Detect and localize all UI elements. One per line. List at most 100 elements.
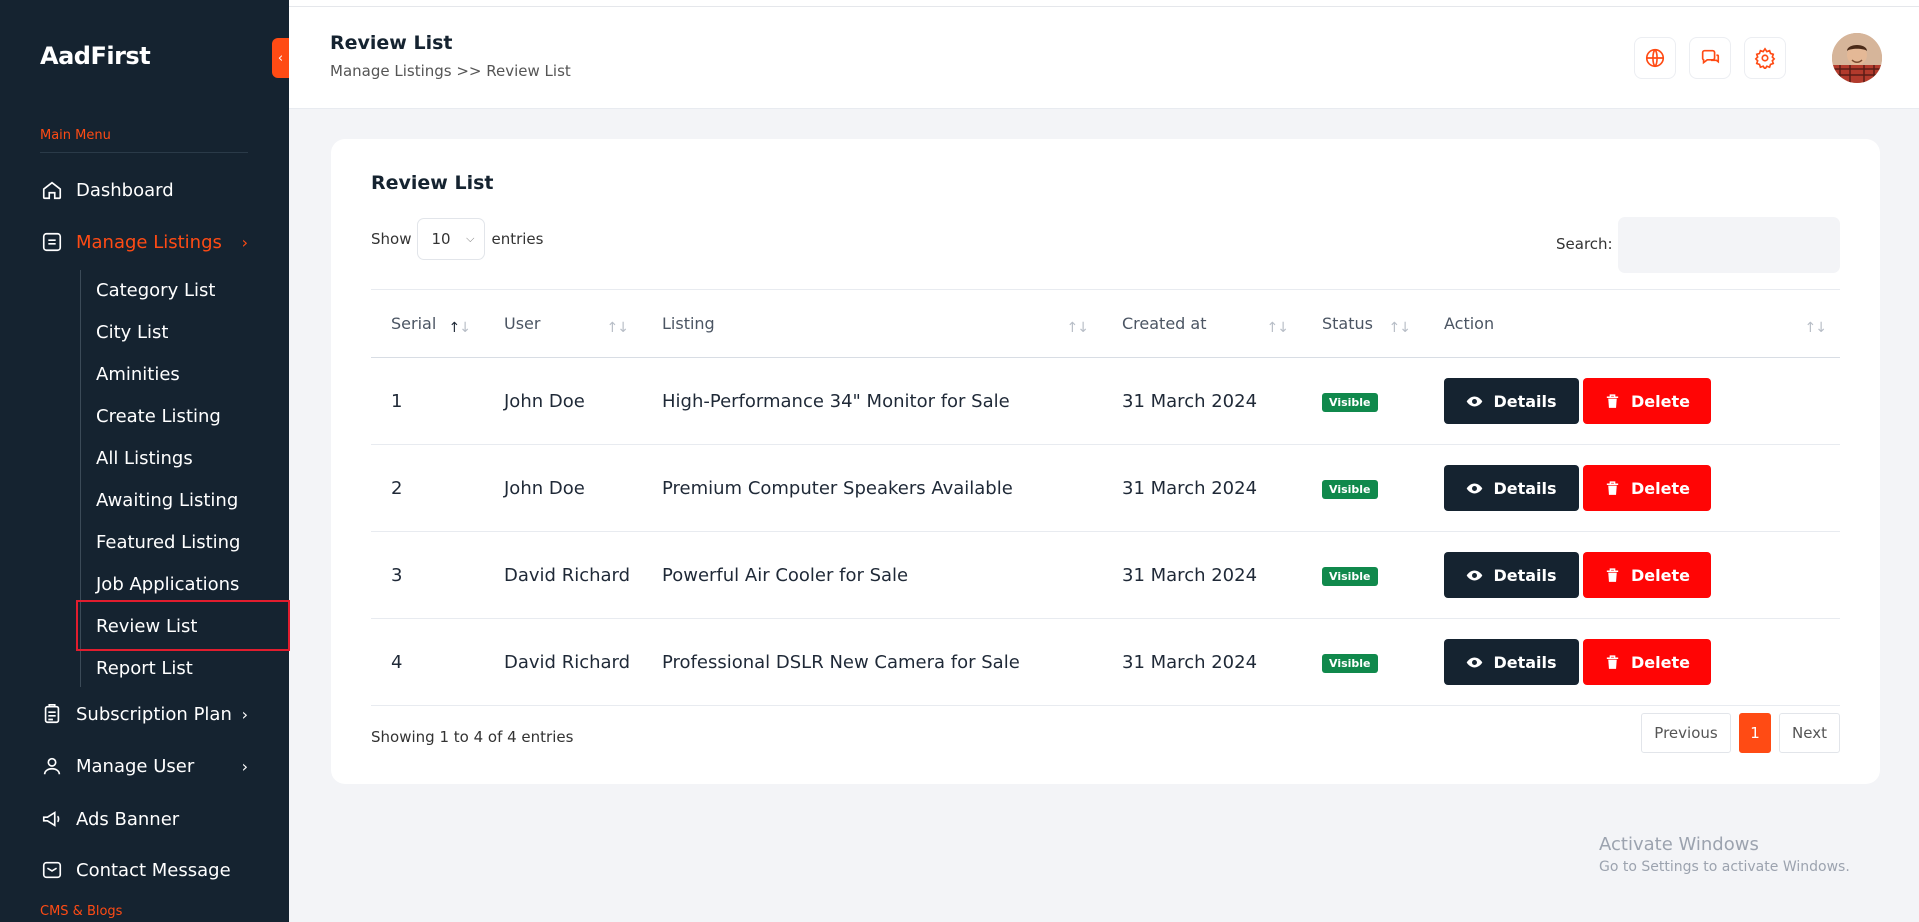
table-header-row: Serial ↑↓ User ↑↓ Listing ↑↓ Created at …	[371, 289, 1840, 358]
delete-button[interactable]: Delete	[1583, 639, 1711, 685]
delete-label: Delete	[1631, 565, 1690, 585]
menu-section-title: CMS & Blogs	[40, 904, 123, 919]
sidebar-item-label: Contact Message	[76, 859, 231, 881]
submenu-item-city-list[interactable]: City List	[96, 317, 168, 347]
status-badge: Visible	[1322, 393, 1378, 412]
cell-created: 31 March 2024	[1122, 477, 1258, 499]
next-button[interactable]: Next	[1779, 713, 1840, 753]
settings-icon[interactable]	[1744, 37, 1786, 79]
eye-icon	[1467, 396, 1483, 406]
cell-serial: 2	[391, 477, 403, 499]
column-header-action[interactable]: Action ↑↓	[1424, 290, 1840, 358]
column-header-listing[interactable]: Listing ↑↓	[642, 290, 1102, 358]
cell-listing: Premium Computer Speakers Available	[662, 477, 1013, 499]
cell-status: Visible	[1302, 532, 1424, 619]
sidebar-item-contact-message[interactable]: Contact Message	[40, 855, 260, 885]
sidebar-item-label: Ads Banner	[76, 808, 180, 830]
sort-icon: ↑↓	[448, 320, 471, 336]
sidebar-item-dashboard[interactable]: Dashboard	[40, 175, 260, 205]
sidebar-item-label: Manage User	[76, 755, 195, 777]
sort-icon: ↑↓	[1804, 320, 1827, 336]
cell-serial: 1	[391, 390, 403, 412]
submenu-item-category-list[interactable]: Category List	[96, 275, 215, 305]
show-label: Show	[371, 230, 412, 248]
submenu-item-create-listing[interactable]: Create Listing	[96, 401, 221, 431]
column-label: Listing	[662, 314, 715, 333]
delete-button[interactable]: Delete	[1583, 378, 1711, 424]
submenu-item-aminities[interactable]: Aminities	[96, 359, 180, 389]
cell-user: David Richard	[504, 651, 631, 673]
avatar[interactable]	[1832, 33, 1882, 83]
table-row: 4 David Richard Professional DSLR New Ca…	[371, 619, 1840, 706]
details-button[interactable]: Details	[1444, 552, 1579, 598]
details-label: Details	[1493, 478, 1557, 498]
sidebar-item-manage-listings[interactable]: Manage Listings ›	[40, 227, 260, 257]
delete-label: Delete	[1631, 478, 1690, 498]
sidebar: AadFirst ‹ Main Menu Dashboard Manage Li…	[0, 0, 290, 922]
search-input[interactable]	[1618, 217, 1840, 273]
column-header-status[interactable]: Status ↑↓	[1302, 290, 1424, 358]
cell-user: John Doe	[504, 390, 585, 412]
column-label: User	[504, 314, 541, 333]
column-header-created-at[interactable]: Created at ↑↓	[1102, 290, 1302, 358]
submenu-item-featured-listing[interactable]: Featured Listing	[96, 527, 240, 557]
page-length-select[interactable]: 10 ⌵	[417, 218, 486, 260]
brand-logo[interactable]: AadFirst	[40, 42, 151, 70]
delete-label: Delete	[1631, 391, 1690, 411]
delete-button[interactable]: Delete	[1583, 552, 1711, 598]
menu-divider	[40, 152, 248, 153]
details-button[interactable]: Details	[1444, 639, 1579, 685]
cell-listing: Professional DSLR New Camera for Sale	[662, 651, 1020, 673]
column-header-user[interactable]: User ↑↓	[484, 290, 642, 358]
submenu-item-all-listings[interactable]: All Listings	[96, 443, 193, 473]
column-label: Created at	[1122, 314, 1207, 333]
cell-serial: 4	[391, 651, 403, 673]
chevron-right-icon: ›	[241, 232, 248, 252]
header: Review List Manage Listings >> Review Li…	[289, 7, 1919, 109]
globe-icon[interactable]	[1634, 37, 1676, 79]
sidebar-item-subscription-plan[interactable]: Subscription Plan ›	[40, 699, 260, 729]
sort-icon: ↑↓	[1388, 320, 1411, 336]
sort-icon: ↑↓	[1266, 320, 1289, 336]
cell-listing: High-Performance 34" Monitor for Sale	[662, 390, 1010, 412]
sidebar-item-manage-user[interactable]: Manage User ›	[40, 751, 260, 781]
submenu-item-review-list[interactable]: Review List	[96, 611, 197, 641]
details-label: Details	[1493, 565, 1557, 585]
column-header-serial[interactable]: Serial ↑↓	[371, 290, 484, 358]
submenu-item-awaiting-listing[interactable]: Awaiting Listing	[96, 485, 238, 515]
pagination: Previous 1 Next	[1641, 713, 1840, 753]
activation-watermark: Activate Windows Go to Settings to activ…	[1599, 834, 1850, 875]
sidebar-item-label: Dashboard	[76, 179, 174, 201]
entries-label: entries	[491, 230, 544, 248]
sidebar-item-ads-banner[interactable]: Ads Banner	[40, 804, 260, 834]
trash-icon	[1606, 654, 1619, 669]
submenu-item-report-list[interactable]: Report List	[96, 653, 193, 683]
details-button[interactable]: Details	[1444, 465, 1579, 511]
review-list-card: Review List Show 10 ⌵ entries Search: Se…	[331, 139, 1880, 784]
review-table: Serial ↑↓ User ↑↓ Listing ↑↓ Created at …	[371, 289, 1840, 706]
cell-status: Visible	[1302, 619, 1424, 706]
cell-status: Visible	[1302, 445, 1424, 532]
sidebar-item-label: Subscription Plan	[76, 703, 232, 725]
page-button-current[interactable]: 1	[1739, 713, 1771, 753]
cell-user: David Richard	[504, 564, 631, 586]
trash-icon	[1606, 393, 1619, 408]
clipboard-icon	[40, 702, 64, 726]
page-length-control: Show 10 ⌵ entries	[371, 218, 543, 260]
cell-serial: 3	[391, 564, 403, 586]
delete-button[interactable]: Delete	[1583, 465, 1711, 511]
status-badge: Visible	[1322, 567, 1378, 586]
cell-actions: Details Delete	[1424, 358, 1840, 445]
list-icon	[40, 230, 64, 254]
chevron-right-icon: ›	[241, 704, 248, 724]
menu-section-title: Main Menu	[40, 128, 111, 143]
details-button[interactable]: Details	[1444, 378, 1579, 424]
chat-icon[interactable]	[1689, 37, 1731, 79]
cell-created: 31 March 2024	[1122, 390, 1258, 412]
column-label: Status	[1322, 314, 1373, 333]
submenu-item-job-applications[interactable]: Job Applications	[96, 569, 239, 599]
previous-button[interactable]: Previous	[1641, 713, 1731, 753]
chevron-left-icon[interactable]: ‹	[272, 38, 289, 78]
status-badge: Visible	[1322, 480, 1378, 499]
cell-listing: Powerful Air Cooler for Sale	[662, 564, 909, 586]
